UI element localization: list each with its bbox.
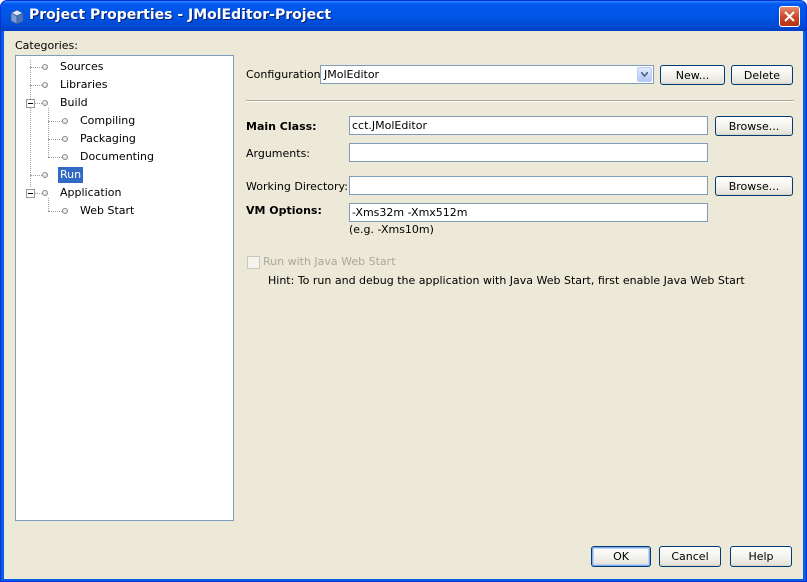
- working-directory-label: Working Directory:: [246, 180, 348, 193]
- window-title: Project Properties - JMolEditor-Project: [29, 7, 332, 23]
- arguments-label: Arguments:: [246, 147, 311, 160]
- arguments-field[interactable]: [349, 143, 708, 162]
- tree-item-label: Libraries: [60, 78, 108, 91]
- tree-item-web-start[interactable]: Web Start: [16, 203, 233, 219]
- tree-item-build[interactable]: Build: [16, 95, 233, 111]
- title-bar[interactable]: Project Properties - JMolEditor-Project: [1, 1, 806, 31]
- tree-item-libraries[interactable]: Libraries: [16, 77, 233, 93]
- tree-item-application[interactable]: Application: [16, 185, 233, 201]
- run-with-web-start-checkbox[interactable]: [247, 256, 260, 269]
- tree-node-icon: [42, 64, 48, 70]
- categories-label: Categories:: [15, 39, 78, 52]
- vm-options-label: VM Options:: [246, 204, 322, 217]
- categories-tree[interactable]: Sources Libraries Build Compiling Packag…: [15, 55, 234, 521]
- tree-node-icon: [62, 118, 68, 124]
- dialog-content: Categories: Sources Libraries Build Comp…: [4, 31, 803, 579]
- tree-item-label: Sources: [60, 60, 104, 73]
- tree-item-label: Application: [60, 186, 122, 199]
- project-properties-dialog: Project Properties - JMolEditor-Project …: [0, 0, 807, 582]
- tree-item-label: Build: [60, 96, 88, 109]
- tree-item-compiling[interactable]: Compiling: [16, 113, 233, 129]
- working-directory-browse-button[interactable]: Browse...: [715, 176, 793, 196]
- new-configuration-button[interactable]: New...: [660, 65, 725, 85]
- working-directory-field[interactable]: [349, 176, 708, 195]
- main-class-label: Main Class:: [246, 120, 317, 133]
- close-icon: [784, 11, 795, 22]
- tree-node-icon: [42, 100, 48, 106]
- help-button[interactable]: Help: [730, 546, 792, 567]
- tree-node-icon: [62, 136, 68, 142]
- separator: [246, 100, 794, 102]
- configuration-label: Configuration:: [246, 68, 325, 81]
- tree-item-documenting[interactable]: Documenting: [16, 149, 233, 165]
- tree-item-run[interactable]: Run: [16, 167, 233, 183]
- delete-configuration-button[interactable]: Delete: [731, 65, 793, 85]
- tree-item-label: Run: [58, 167, 84, 183]
- tree-item-label: Packaging: [80, 132, 136, 145]
- close-button[interactable]: [779, 6, 800, 27]
- collapse-toggle-icon[interactable]: [26, 99, 35, 108]
- run-with-web-start-label: Run with Java Web Start: [263, 255, 396, 268]
- configuration-combobox[interactable]: JMolEditor: [320, 65, 654, 84]
- tree-item-packaging[interactable]: Packaging: [16, 131, 233, 147]
- tree-node-icon: [42, 172, 48, 178]
- chevron-down-icon: [641, 72, 648, 77]
- tree-node-icon: [42, 82, 48, 88]
- dropdown-button[interactable]: [637, 67, 652, 82]
- project-cube-icon: [9, 9, 25, 25]
- tree-item-sources[interactable]: Sources: [16, 59, 233, 75]
- cancel-button[interactable]: Cancel: [659, 546, 721, 567]
- tree-node-icon: [42, 190, 48, 196]
- vm-options-hint: (e.g. -Xms10m): [349, 223, 434, 236]
- tree-item-label: Web Start: [80, 204, 135, 217]
- vm-options-field[interactable]: -Xms32m -Xmx512m: [349, 203, 708, 222]
- ok-button[interactable]: OK: [591, 546, 651, 567]
- main-class-browse-button[interactable]: Browse...: [715, 116, 793, 136]
- tree-node-icon: [62, 208, 68, 214]
- collapse-toggle-icon[interactable]: [26, 189, 35, 198]
- tree-item-label: Documenting: [80, 150, 154, 163]
- main-class-field[interactable]: cct.JMolEditor: [349, 116, 708, 135]
- configuration-value: JMolEditor: [324, 68, 380, 81]
- tree-node-icon: [62, 154, 68, 160]
- tree-item-label: Compiling: [80, 114, 136, 127]
- web-start-hint: Hint: To run and debug the application w…: [268, 274, 745, 287]
